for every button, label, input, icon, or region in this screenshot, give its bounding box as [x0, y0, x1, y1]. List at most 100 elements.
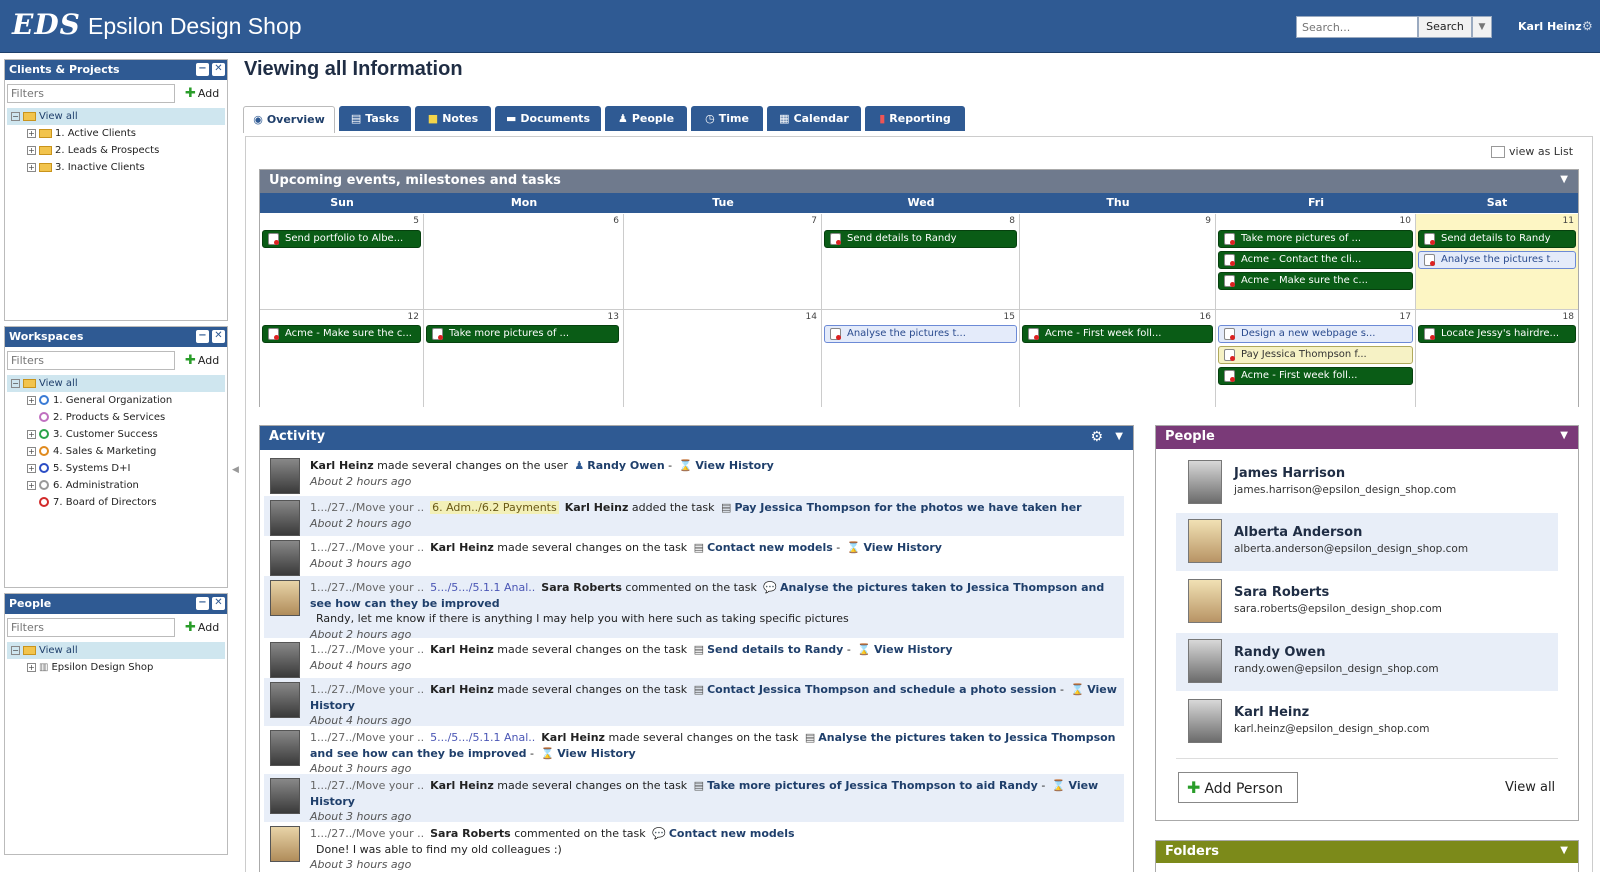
calendar-event[interactable]: Acme - Make sure the c... [1218, 272, 1413, 290]
tab-calendar[interactable]: ▦ Calendar [767, 106, 861, 131]
chevron-down-icon[interactable]: ▼ [1560, 174, 1568, 185]
person-row[interactable]: Alberta Anderson alberta.anderson@epsilo… [1176, 513, 1558, 571]
calendar-event[interactable]: Acme - Contact the cli... [1218, 251, 1413, 269]
breadcrumb[interactable]: 1.../27../Move your .. [310, 827, 424, 840]
person-row[interactable]: Karl Heinz karl.heinz@epsilon_design_sho… [1176, 693, 1558, 751]
tab-time[interactable]: ◷ Time [691, 106, 763, 131]
collapse-icon[interactable]: − [11, 645, 20, 655]
breadcrumb[interactable]: 1.../27../Move your .. [310, 581, 424, 594]
expand-icon[interactable]: + [27, 429, 36, 439]
breadcrumb[interactable]: 1.../27../Move your .. [310, 541, 424, 554]
activity-target[interactable]: Randy Owen [587, 459, 664, 472]
breadcrumb[interactable]: 5.../5.../5.1.1 Anal.. [430, 581, 535, 594]
view-history-link[interactable]: View History [557, 747, 635, 760]
calendar-event[interactable]: Pay Jessica Thompson f... [1218, 346, 1413, 364]
view-as-list-button[interactable]: view as List [1491, 145, 1573, 158]
tree-item[interactable]: +3. Customer Success [7, 426, 225, 443]
calendar-event[interactable]: Send details to Randy [824, 230, 1017, 248]
add-workspace-button[interactable]: ✚ Add [185, 353, 219, 368]
calendar-event[interactable]: Take more pictures of ... [1218, 230, 1413, 248]
calendar-day-cell[interactable]: 6 [424, 214, 624, 310]
tree-item[interactable]: +4. Sales & Marketing [7, 443, 225, 460]
calendar-event[interactable]: Analyse the pictures t... [1418, 251, 1576, 269]
expand-icon[interactable]: + [27, 480, 36, 490]
minimize-icon[interactable]: − [196, 597, 209, 610]
chevron-down-icon[interactable]: ▼ [1560, 430, 1568, 441]
breadcrumb[interactable]: 1.../27../Move your .. [310, 683, 424, 696]
tree-item[interactable]: +2. Leads & Prospects [7, 142, 225, 159]
tab-documents[interactable]: ▬ Documents [495, 106, 601, 131]
collapse-icon[interactable]: − [11, 378, 20, 388]
tree-item[interactable]: +1. Active Clients [7, 125, 225, 142]
close-icon[interactable]: ✕ [212, 330, 225, 343]
breadcrumb[interactable]: 5.../5.../5.1.1 Anal.. [430, 731, 535, 744]
tree-item[interactable]: + ▥ Epsilon Design Shop [7, 659, 225, 676]
tab-people[interactable]: ♟ People [605, 106, 687, 131]
tree-item-view-all[interactable]: − View all [7, 642, 225, 659]
calendar-day-cell[interactable]: 8 [822, 214, 1020, 310]
search-button[interactable]: Search [1418, 16, 1472, 38]
calendar-day-cell[interactable]: 14 [624, 310, 822, 407]
people-filter-input[interactable] [7, 618, 175, 637]
workspaces-filter-input[interactable] [7, 351, 175, 370]
tree-item[interactable]: +1. General Organization [7, 392, 225, 409]
calendar-day-cell[interactable]: 9 [1020, 214, 1216, 310]
calendar-day-cell[interactable]: 5 [260, 214, 424, 310]
collapse-sidebar-icon[interactable]: ◀ [232, 465, 239, 475]
activity-user[interactable]: Karl Heinz [310, 459, 374, 472]
gear-icon[interactable]: ⚙ [1582, 19, 1593, 33]
tree-item-view-all[interactable]: − View all [7, 375, 225, 392]
minimize-icon[interactable]: − [196, 330, 209, 343]
tab-tasks[interactable]: ▤ Tasks [339, 106, 411, 131]
tree-item[interactable]: +6. Administration [7, 477, 225, 494]
add-client-button[interactable]: ✚ Add [185, 86, 219, 101]
collapse-icon[interactable]: − [11, 111, 20, 121]
tree-item[interactable]: +3. Inactive Clients [7, 159, 225, 176]
calendar-day-cell[interactable]: 7 [624, 214, 822, 310]
expand-icon[interactable]: + [27, 128, 36, 138]
add-people-button[interactable]: ✚ Add [185, 620, 219, 635]
expand-icon[interactable]: + [27, 145, 36, 155]
view-history-link[interactable]: View History [863, 541, 941, 554]
breadcrumb[interactable]: 1.../27../Move your .. [310, 779, 424, 792]
calendar-event[interactable]: Send details to Randy [1418, 230, 1576, 248]
calendar-event[interactable]: Send portfolio to Albe... [262, 230, 421, 248]
user-name[interactable]: Karl Heinz [1518, 20, 1582, 33]
breadcrumb[interactable]: 1.../27../Move your .. [310, 501, 424, 514]
clients-filter-input[interactable] [7, 84, 175, 103]
calendar-event[interactable]: Acme - First week foll... [1218, 367, 1413, 385]
person-row[interactable]: James Harrison james.harrison@epsilon_de… [1176, 454, 1558, 512]
chevron-down-icon[interactable]: ▼ [1115, 431, 1123, 442]
close-icon[interactable]: ✕ [212, 63, 225, 76]
view-history-link[interactable]: View History [874, 643, 952, 656]
calendar-event[interactable]: Locate Jessy's hairdre... [1418, 325, 1576, 343]
expand-icon[interactable]: + [27, 162, 36, 172]
expand-icon[interactable]: + [27, 662, 36, 672]
view-history-link[interactable]: View History [695, 459, 773, 472]
person-row[interactable]: Randy Owen randy.owen@epsilon_design_sho… [1176, 633, 1558, 691]
gear-icon[interactable]: ⚙ [1090, 429, 1103, 445]
calendar-event[interactable]: Take more pictures of ... [426, 325, 619, 343]
tree-item[interactable]: +2. Products & Services [7, 409, 225, 426]
expand-icon[interactable]: + [27, 463, 36, 473]
close-icon[interactable]: ✕ [212, 597, 225, 610]
view-all-link[interactable]: View all [1505, 780, 1555, 795]
calendar-event[interactable]: Acme - First week foll... [1022, 325, 1213, 343]
breadcrumb[interactable]: 1.../27../Move your .. [310, 643, 424, 656]
person-row[interactable]: Sara Roberts sara.roberts@epsilon_design… [1176, 573, 1558, 631]
minimize-icon[interactable]: − [196, 63, 209, 76]
expand-icon[interactable]: + [27, 446, 36, 456]
tree-item-view-all[interactable]: − View all [7, 108, 225, 125]
calendar-event[interactable]: Design a new webpage s... [1218, 325, 1413, 343]
tab-overview[interactable]: ◉ Overview [243, 106, 335, 133]
calendar-event[interactable]: Analyse the pictures t... [824, 325, 1017, 343]
chevron-down-icon[interactable]: ▼ [1472, 16, 1492, 38]
chevron-down-icon[interactable]: ▼ [1560, 845, 1568, 856]
add-person-button[interactable]: ✚ Add Person [1178, 772, 1298, 803]
tab-notes[interactable]: ■ Notes [415, 106, 491, 131]
expand-icon[interactable]: + [27, 395, 36, 405]
tree-item[interactable]: +7. Board of Directors [7, 494, 225, 511]
calendar-event[interactable]: Acme - Make sure the c... [262, 325, 421, 343]
tab-reporting[interactable]: ▮ Reporting [865, 106, 965, 131]
breadcrumb-tag[interactable]: 6. Adm../6.2 Payments [430, 501, 559, 514]
